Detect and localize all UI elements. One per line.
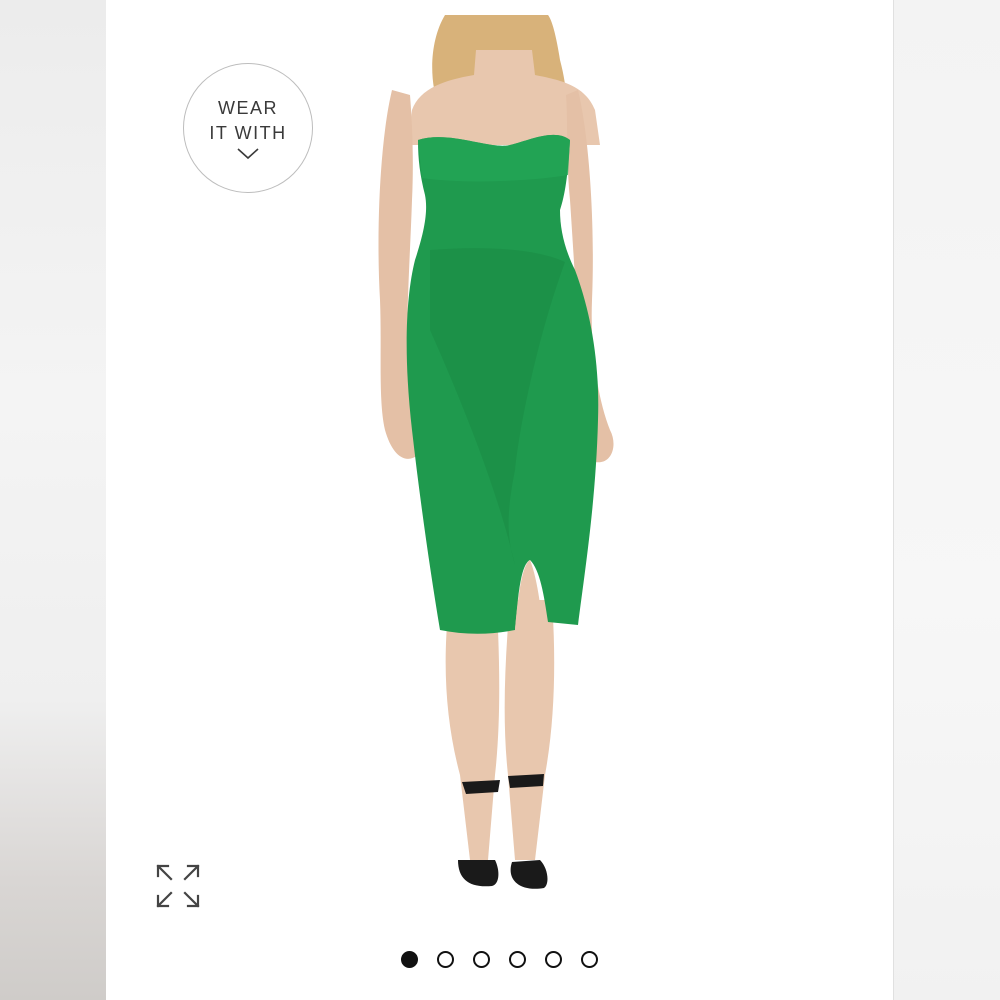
background-left-blur: [0, 0, 106, 1000]
carousel-pagination: [106, 951, 893, 973]
carousel-dot-3[interactable]: [473, 951, 490, 968]
carousel-dot-5[interactable]: [545, 951, 562, 968]
model-right-leg: [504, 600, 555, 860]
panel-divider: [893, 0, 894, 1000]
carousel-dot-4[interactable]: [509, 951, 526, 968]
carousel-dot-2[interactable]: [437, 951, 454, 968]
wear-it-with-line2: IT WITH: [209, 123, 287, 143]
chevron-down-icon: [237, 148, 259, 160]
background-right-blur: [894, 0, 1000, 1000]
product-image-panel: WEAR IT WITH: [106, 0, 893, 1000]
model-left-leg: [445, 625, 500, 860]
carousel-dot-1[interactable]: [401, 951, 418, 968]
wear-it-with-line1: WEAR: [218, 98, 278, 118]
wear-it-with-button[interactable]: WEAR IT WITH: [183, 63, 313, 193]
carousel-dot-6[interactable]: [581, 951, 598, 968]
expand-arrows-icon[interactable]: [154, 862, 202, 910]
